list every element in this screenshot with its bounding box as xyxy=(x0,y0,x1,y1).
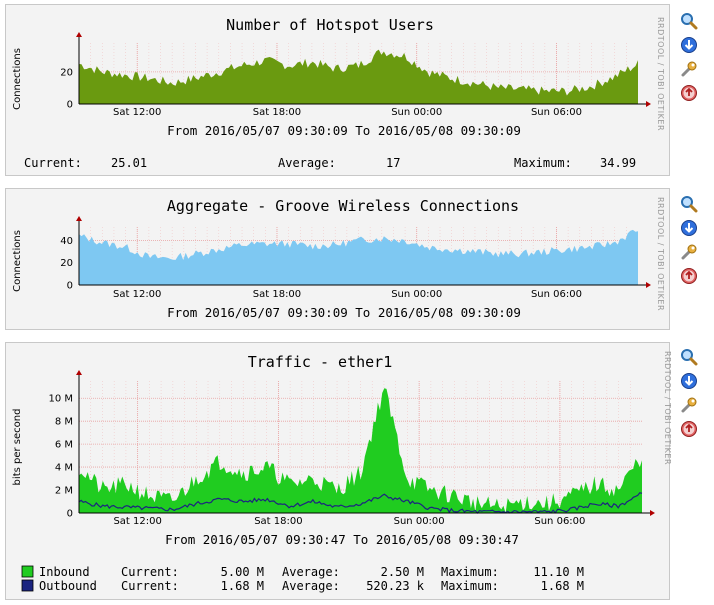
x-tick-label: Sun 00:00 xyxy=(391,289,442,300)
inbound-current-value: 5.00 M xyxy=(221,565,264,579)
settings-wrench-icon[interactable] xyxy=(680,243,698,261)
x-axis-arrow xyxy=(646,101,651,107)
y-axis-label: bits per second xyxy=(12,409,23,486)
x-tick-label: Sun 06:00 xyxy=(531,289,582,300)
inbound-average-label: Average: xyxy=(282,565,340,579)
area-series xyxy=(79,49,638,104)
x-tick-label: Sat 12:00 xyxy=(113,516,161,527)
traffic-ether1-graph: Traffic - ether1 bits per second 0 2 M 4 M… xyxy=(5,342,671,600)
chart-title: Traffic - ether1 xyxy=(248,353,393,371)
traffic-ether1-chart: Traffic - ether1 bits per second 0 2 M 4 M… xyxy=(12,351,671,593)
x-tick-label: Sun 06:00 xyxy=(534,516,585,527)
settings-wrench-icon[interactable] xyxy=(680,396,698,414)
maximum-label: Maximum: xyxy=(514,156,572,170)
inbound-maximum-label: Maximum: xyxy=(441,565,499,579)
inbound-legend-swatch xyxy=(21,565,34,578)
y-tick-label: 0 xyxy=(67,509,73,520)
hotspot-users-chart: Number of Hotspot Users Connections 0 20 S… xyxy=(12,16,665,170)
zoom-icon[interactable] xyxy=(680,12,698,30)
y-tick-label: 0 xyxy=(67,100,73,111)
outbound-maximum-label: Maximum: xyxy=(441,579,499,593)
x-tick-label: Sun 00:00 xyxy=(391,107,442,118)
y-tick-label: 4 M xyxy=(55,463,73,474)
y-tick-label: 20 xyxy=(60,67,73,78)
download-icon[interactable] xyxy=(680,372,698,390)
average-value: 17 xyxy=(386,156,400,170)
x-tick-label: Sun 06:00 xyxy=(531,107,582,118)
x-axis-arrow xyxy=(646,282,651,288)
remove-icon[interactable] xyxy=(680,420,698,438)
x-tick-label: Sat 18:00 xyxy=(253,107,301,118)
graph-2-tools xyxy=(680,195,700,291)
remove-icon[interactable] xyxy=(680,84,698,102)
graph-3-tools xyxy=(680,348,700,444)
x-tick-label: Sat 18:00 xyxy=(253,289,301,300)
inbound-current-label: Current: xyxy=(121,565,179,579)
outbound-maximum-value: 1.68 M xyxy=(541,579,584,593)
outbound-average-value: 520.23 k xyxy=(366,579,425,593)
current-value: 25.01 xyxy=(111,156,147,170)
y-axis-label: Connections xyxy=(12,48,23,110)
y-axis-arrow xyxy=(76,216,82,221)
rrdtool-credit: RRDTOOL / TOBI OETIKER xyxy=(656,197,665,311)
y-tick-label: 40 xyxy=(60,236,73,247)
aggregate-connections-chart: Aggregate - Groove Wireless Connections … xyxy=(12,197,665,320)
average-label: Average: xyxy=(278,156,336,170)
y-tick-label: 8 M xyxy=(55,417,73,428)
time-range-label: From 2016/05/07 09:30:47 To 2016/05/08 0… xyxy=(165,532,519,547)
outbound-legend-swatch xyxy=(21,579,34,592)
y-tick-label: 0 xyxy=(67,281,73,292)
x-tick-label: Sat 12:00 xyxy=(113,107,161,118)
x-tick-label: Sun 00:00 xyxy=(394,516,445,527)
x-tick-label: Sat 12:00 xyxy=(113,289,161,300)
inbound-maximum-value: 11.10 M xyxy=(533,565,584,579)
rrdtool-credit: RRDTOOL / TOBI OETIKER xyxy=(656,17,665,131)
outbound-current-value: 1.68 M xyxy=(221,579,264,593)
zoom-icon[interactable] xyxy=(680,348,698,366)
remove-icon[interactable] xyxy=(680,267,698,285)
y-tick-label: 20 xyxy=(60,258,73,269)
settings-wrench-icon[interactable] xyxy=(680,60,698,78)
x-axis-arrow xyxy=(650,510,655,516)
y-axis-arrow xyxy=(76,370,82,375)
time-range-label: From 2016/05/07 09:30:09 To 2016/05/08 0… xyxy=(167,123,521,138)
x-tick-label: Sat 18:00 xyxy=(254,516,302,527)
y-tick-label: 2 M xyxy=(55,486,73,497)
chart-title: Aggregate - Groove Wireless Connections xyxy=(167,197,519,215)
graph-1-tools xyxy=(680,12,700,108)
maximum-value: 34.99 xyxy=(600,156,636,170)
rrdtool-credit: RRDTOOL / TOBI OETIKER xyxy=(663,351,671,465)
y-axis-label: Connections xyxy=(12,230,23,292)
outbound-current-label: Current: xyxy=(121,579,179,593)
current-label: Current: xyxy=(24,156,82,170)
zoom-icon[interactable] xyxy=(680,195,698,213)
chart-title: Number of Hotspot Users xyxy=(226,16,434,34)
inbound-legend-name: Inbound xyxy=(39,565,90,579)
download-icon[interactable] xyxy=(680,219,698,237)
hotspot-users-graph: Number of Hotspot Users Connections 0 20 S… xyxy=(5,4,670,176)
area-series xyxy=(79,229,638,285)
y-tick-label: 10 M xyxy=(48,394,73,405)
download-icon[interactable] xyxy=(680,36,698,54)
outbound-average-label: Average: xyxy=(282,579,340,593)
outbound-legend-name: Outbound xyxy=(39,579,97,593)
aggregate-connections-graph: Aggregate - Groove Wireless Connections … xyxy=(5,188,670,330)
time-range-label: From 2016/05/07 09:30:09 To 2016/05/08 0… xyxy=(167,305,521,320)
y-axis-arrow xyxy=(76,32,82,37)
inbound-average-value: 2.50 M xyxy=(381,565,424,579)
y-tick-label: 6 M xyxy=(55,440,73,451)
